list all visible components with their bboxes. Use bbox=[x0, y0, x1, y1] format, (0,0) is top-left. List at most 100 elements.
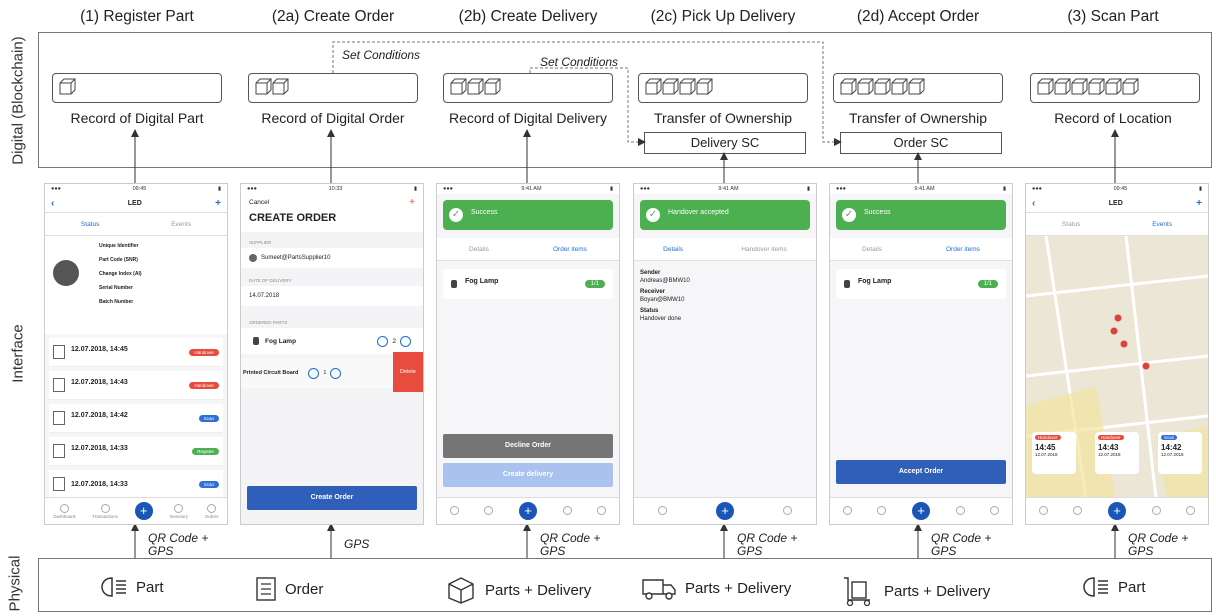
orders-icon bbox=[207, 503, 217, 513]
details-tabs: Details Order items bbox=[437, 238, 619, 261]
success-banner: ✓ Success bbox=[836, 200, 1006, 230]
tab-events[interactable]: Events bbox=[171, 221, 191, 228]
block-cube-icon bbox=[857, 78, 874, 95]
history-row[interactable]: 12.07.2018, 14:33 Register bbox=[49, 437, 223, 466]
location-map[interactable]: Handover 14:45 12.07.2018 Handover 14:43… bbox=[1026, 236, 1208, 498]
part-row[interactable]: Fog Lamp 2 bbox=[241, 328, 423, 354]
part-info: Unique Identifier Part Code (SNR) Change… bbox=[45, 236, 227, 334]
add-button[interactable]: + bbox=[134, 502, 153, 520]
add-icon[interactable]: + bbox=[409, 197, 415, 208]
decline-order-button[interactable]: Decline Order bbox=[443, 434, 613, 458]
accept-order-button[interactable]: Accept Order bbox=[836, 460, 1006, 484]
delete-button[interactable]: Delete bbox=[393, 352, 423, 392]
tab-dashboard[interactable]: Dashboard bbox=[53, 503, 75, 519]
orders-icon bbox=[990, 506, 1000, 515]
tab-inventory[interactable] bbox=[955, 506, 965, 516]
event-card[interactable]: Scan 14:42 12.07.2018 bbox=[1158, 432, 1202, 474]
sender-value: Andreas@BMW10 bbox=[640, 278, 690, 284]
tab-bar: Dashboard Transactions + Inventory Order… bbox=[45, 497, 227, 524]
phone-create-delivery: ●●● 9:41 AM ▮ ✓ Success Details Order item… bbox=[436, 183, 620, 525]
register-icon bbox=[53, 444, 65, 458]
hash-line bbox=[71, 353, 128, 358]
back-chevron-icon[interactable]: ‹ bbox=[1032, 198, 1035, 209]
increment-button[interactable] bbox=[330, 367, 342, 379]
tab-orders[interactable]: Orders bbox=[205, 503, 219, 519]
event-date: 12.07.2018 bbox=[1161, 452, 1184, 457]
history-row[interactable]: 12.07.2018, 14:45 Handover bbox=[49, 338, 223, 367]
add-icon[interactable]: + bbox=[215, 198, 221, 209]
tab-details[interactable]: Details bbox=[663, 246, 683, 253]
date-field[interactable]: 14.07.2018 bbox=[241, 286, 423, 306]
physical-part-2: Part bbox=[1082, 576, 1146, 598]
banner-message bbox=[864, 216, 890, 221]
tab-dashboard[interactable] bbox=[1038, 506, 1048, 516]
unique-id-label: Unique Identifier bbox=[99, 243, 139, 249]
back-chevron-icon[interactable]: ‹ bbox=[51, 198, 54, 209]
phone-accept-order: ●●● 9:41 AM ▮ ✓ Success Details Order item… bbox=[829, 183, 1013, 525]
tab-inventory[interactable]: Inventory bbox=[169, 503, 188, 519]
tab-events[interactable]: Events bbox=[1152, 221, 1172, 228]
tab-status[interactable]: Status bbox=[81, 221, 99, 228]
physical-parts-delivery-3: Parts + Delivery bbox=[840, 576, 990, 606]
tab-transactions[interactable] bbox=[1073, 506, 1083, 516]
tab-details[interactable]: Details bbox=[862, 246, 882, 253]
orders-icon bbox=[1186, 506, 1196, 515]
supplier-label: SUPPLIER bbox=[249, 240, 272, 245]
add-icon[interactable]: + bbox=[1196, 198, 1202, 209]
tab-orders[interactable] bbox=[597, 506, 607, 516]
physical-label: Part bbox=[1118, 578, 1146, 596]
scan-icon bbox=[53, 477, 65, 491]
create-delivery-button[interactable]: Create delivery bbox=[443, 463, 613, 487]
add-button[interactable]: + bbox=[1107, 502, 1126, 520]
tab-dashboard[interactable] bbox=[842, 506, 852, 516]
sender-label: Sender bbox=[640, 270, 661, 276]
add-button[interactable]: + bbox=[518, 502, 537, 520]
transactions-icon bbox=[877, 506, 887, 515]
tab-transactions[interactable] bbox=[484, 506, 494, 516]
history-row[interactable]: 12.07.2018, 14:43 Handover bbox=[49, 371, 223, 400]
block-cube-icon bbox=[1122, 78, 1139, 95]
item-name: Fog Lamp bbox=[858, 278, 892, 285]
tab-dashboard[interactable] bbox=[658, 506, 668, 516]
success-banner: ✓ Success bbox=[443, 200, 613, 230]
part-row-swiped[interactable]: Printed Circuit Board 1 Delete bbox=[241, 352, 423, 392]
tab-handover-items[interactable]: Handover items bbox=[741, 246, 787, 253]
arrow-label-3: QR Code + GPS bbox=[1128, 531, 1189, 558]
physical-label: Parts + Delivery bbox=[485, 581, 592, 599]
tab-details[interactable]: Details bbox=[469, 246, 489, 253]
status-events-tabs: Status Events bbox=[45, 213, 227, 236]
add-button[interactable]: + bbox=[911, 502, 930, 520]
tab-transactions[interactable]: Transactions bbox=[92, 503, 118, 519]
tab-inventory[interactable] bbox=[1151, 506, 1161, 516]
tab-orders[interactable] bbox=[1186, 506, 1196, 516]
tab-order-items[interactable]: Order items bbox=[553, 246, 587, 253]
tab-order-items[interactable]: Order items bbox=[946, 246, 980, 253]
tab-orders[interactable] bbox=[990, 506, 1000, 516]
phone-scan-part: ●●● 09:45 ▮ ‹ LED + Status Events Handover… bbox=[1025, 183, 1209, 525]
quantity: 2 bbox=[392, 337, 396, 345]
tab-transactions[interactable] bbox=[877, 506, 887, 516]
check-icon: ✓ bbox=[449, 208, 463, 222]
history-row[interactable]: 12.07.2018, 14:33 Scan bbox=[49, 470, 223, 499]
add-button[interactable]: + bbox=[715, 502, 734, 520]
history-row[interactable]: 12.07.2018, 14:42 Scan bbox=[49, 404, 223, 433]
create-order-button[interactable]: Create Order bbox=[247, 486, 417, 510]
order-item[interactable]: Fog Lamp 1/1 bbox=[836, 269, 1006, 299]
tab-inventory[interactable] bbox=[562, 506, 572, 516]
cancel-button[interactable]: Cancel bbox=[249, 199, 269, 206]
event-card[interactable]: Handover 14:45 12.07.2018 bbox=[1032, 432, 1076, 474]
event-card[interactable]: Handover 14:43 12.07.2018 bbox=[1095, 432, 1139, 474]
decrement-button[interactable] bbox=[377, 335, 389, 347]
event-pill: Scan bbox=[198, 414, 219, 422]
quantity-badge: 1/1 bbox=[977, 280, 998, 288]
tab-handovers[interactable] bbox=[782, 506, 792, 516]
details-tabs: Details Handover items bbox=[634, 238, 816, 261]
increment-button[interactable] bbox=[400, 335, 411, 347]
decrement-button[interactable] bbox=[308, 367, 320, 379]
part-name: Printed Circuit Board bbox=[243, 370, 299, 376]
order-item[interactable]: Fog Lamp 1/1 bbox=[443, 269, 613, 299]
headlamp-icon bbox=[1083, 577, 1108, 597]
tab-status[interactable]: Status bbox=[1062, 221, 1080, 228]
supplier-field[interactable]: Sumeet@PartsSupplier10 bbox=[241, 248, 423, 268]
tab-dashboard[interactable] bbox=[449, 506, 459, 516]
